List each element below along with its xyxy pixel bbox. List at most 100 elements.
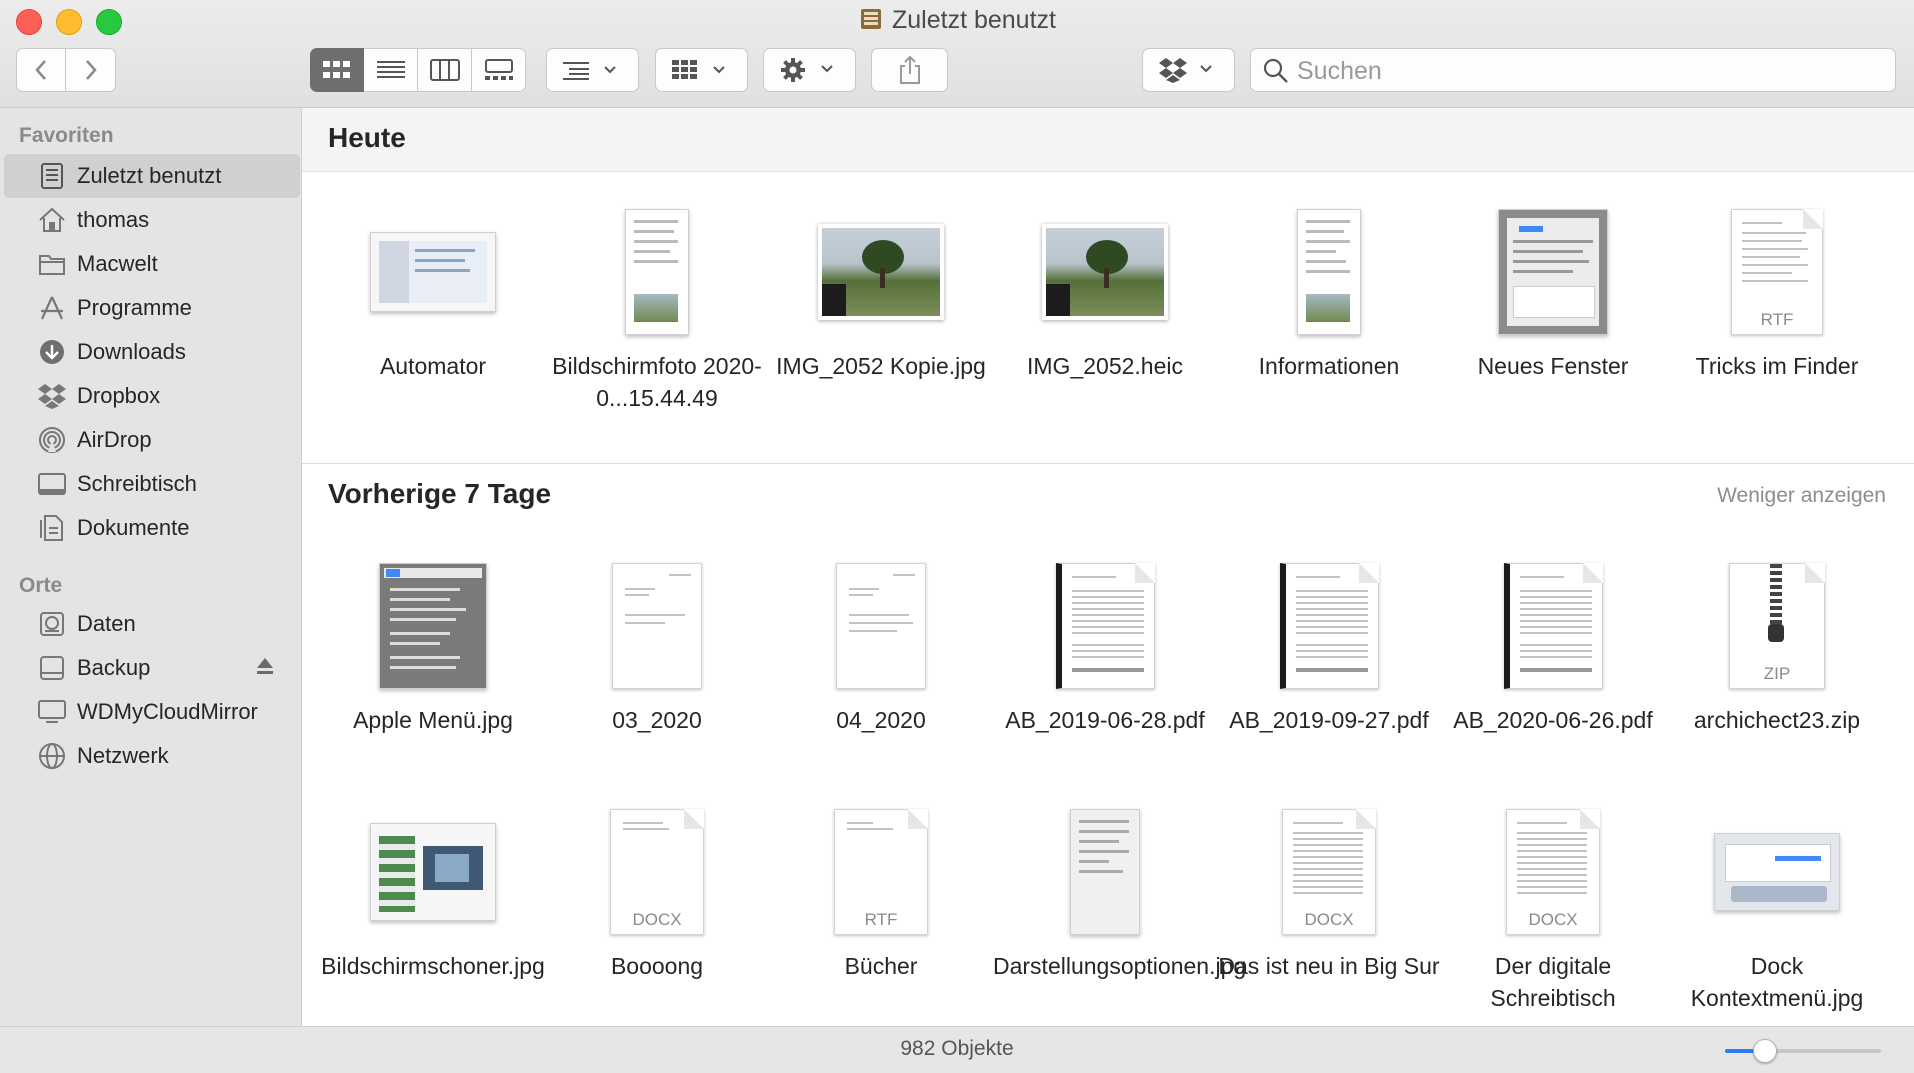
file-thumbnail	[1217, 556, 1441, 696]
section-title: Vorherige 7 Tage	[328, 478, 552, 509]
screenshot-thumbnail	[1297, 209, 1361, 335]
eject-icon[interactable]	[256, 657, 274, 677]
file-thumbnail	[769, 202, 993, 342]
file-item[interactable]: 03_2020	[545, 556, 769, 736]
sidebar-item-downloads[interactable]: Downloads	[4, 330, 300, 374]
share-button[interactable]	[871, 48, 948, 92]
file-item[interactable]: Dock Kontextmenü.jpg	[1665, 802, 1889, 1014]
home-icon	[37, 205, 67, 235]
file-item[interactable]: Darstellungsoptionen.jpg	[993, 802, 1246, 982]
dropbox-icon	[37, 381, 67, 411]
file-item[interactable]: AB_2019-06-28.pdf	[993, 556, 1217, 736]
sidebar-item-backup[interactable]: Backup	[4, 646, 300, 690]
documents-icon	[37, 513, 67, 543]
gallery-view-button[interactable]	[472, 48, 526, 92]
screenshot-thumbnail	[370, 823, 496, 921]
sidebar-item-label: Downloads	[77, 339, 186, 364]
gallery-view-icon	[484, 59, 514, 81]
search-field[interactable]: Suchen	[1250, 48, 1896, 92]
screenshot-thumbnail	[379, 563, 487, 689]
file-item[interactable]: DOCX Der digitale Schreibtisch	[1441, 802, 1665, 1014]
file-item[interactable]: Bildschirmschoner.jpg	[321, 802, 545, 982]
item-count: 982 Objekte	[900, 1037, 1014, 1060]
sidebar-item-daten[interactable]: Daten	[4, 602, 300, 646]
sidebar-item-airdrop[interactable]: AirDrop	[4, 418, 300, 462]
file-item[interactable]: RTF Bücher	[769, 802, 993, 982]
file-item[interactable]: Bildschirmfoto 2020-0...15.44.49	[545, 202, 769, 414]
action-button[interactable]	[763, 48, 856, 92]
sidebar-item-label: Backup	[77, 655, 151, 680]
sidebar-item-label: Dropbox	[77, 383, 161, 408]
file-item[interactable]: AB_2019-09-27.pdf	[1217, 556, 1441, 736]
sidebar-item-schreibtisch[interactable]: Schreibtisch	[4, 462, 300, 506]
file-item[interactable]: Neues Fenster	[1441, 202, 1665, 382]
screenshot-thumbnail	[1714, 833, 1840, 911]
file-thumbnail: RTF	[1665, 202, 1889, 342]
file-name: Apple Menü.jpg	[353, 707, 513, 733]
chevron-right-icon	[83, 58, 99, 82]
file-name: 04_2020	[836, 707, 926, 733]
sidebar-item-dropbox[interactable]: Dropbox	[4, 374, 300, 418]
file-name: Dock Kontextmenü.jpg	[1690, 953, 1864, 1011]
file-browser: Heute Automator Bildschirmfoto 2020-0...…	[302, 108, 1914, 1026]
list-view-button[interactable]	[364, 48, 418, 92]
file-item[interactable]: RTF Tricks im Finder	[1665, 202, 1889, 382]
file-thumbnail	[769, 556, 993, 696]
file-thumbnail: DOCX	[1217, 802, 1441, 942]
group-button[interactable]	[546, 48, 639, 92]
file-thumbnail	[1217, 202, 1441, 342]
file-extension: RTF	[864, 910, 898, 929]
window-title: Zuletzt benutzt	[0, 6, 1914, 35]
file-name: Tricks im Finder	[1695, 353, 1859, 379]
file-name: AB_2019-09-27.pdf	[1229, 707, 1429, 733]
file-item[interactable]: IMG_2052 Kopie.jpg	[769, 202, 993, 382]
icon-size-slider-knob[interactable]	[1753, 1039, 1777, 1063]
arrange-button[interactable]	[655, 48, 748, 92]
file-item[interactable]: ZIP archichect23.zip	[1665, 556, 1889, 736]
file-thumbnail	[545, 556, 769, 696]
network-icon	[37, 741, 67, 771]
sidebar-item-wdmycloudmirror[interactable]: WDMyCloudMirror	[4, 690, 300, 734]
dropbox-button[interactable]	[1142, 48, 1235, 92]
file-extension: DOCX	[1528, 910, 1578, 929]
pdf-thumbnail	[1503, 563, 1603, 689]
file-item[interactable]: DOCX Das ist neu in Big Sur	[1217, 802, 1441, 982]
file-thumbnail	[1441, 202, 1665, 342]
screenshot-thumbnail	[1498, 209, 1608, 335]
applications-icon	[37, 293, 67, 323]
file-thumbnail: ZIP	[1665, 556, 1889, 696]
sidebar-item-netzwerk[interactable]: Netzwerk	[4, 734, 300, 778]
show-less-button[interactable]: Weniger anzeigen	[1717, 484, 1886, 508]
sidebar-item-recents[interactable]: Zuletzt benutzt	[4, 154, 300, 198]
forward-button[interactable]	[65, 48, 116, 92]
gear-icon	[780, 57, 840, 83]
file-item[interactable]: Apple Menü.jpg	[321, 556, 545, 736]
sidebar-item-label: Netzwerk	[77, 743, 169, 768]
document-thumbnail: RTF	[1731, 209, 1823, 335]
file-name: Bildschirmfoto 2020-0...15.44.49	[552, 353, 762, 411]
file-thumbnail	[545, 202, 769, 342]
file-item[interactable]: DOCX Boooong	[545, 802, 769, 982]
back-button[interactable]	[16, 48, 66, 92]
file-item[interactable]: AB_2020-06-26.pdf	[1441, 556, 1665, 736]
file-name: 03_2020	[612, 707, 702, 733]
file-item[interactable]: IMG_2052.heic	[993, 202, 1217, 382]
display-icon	[37, 697, 67, 727]
column-view-button[interactable]	[418, 48, 472, 92]
photo-thumbnail	[1042, 224, 1168, 320]
file-thumbnail	[321, 202, 545, 342]
file-extension: RTF	[1760, 310, 1794, 329]
icon-size-slider[interactable]	[1725, 1049, 1881, 1053]
sidebar-item-label: Macwelt	[77, 251, 158, 276]
sidebar-item-programme[interactable]: Programme	[4, 286, 300, 330]
file-thumbnail: DOCX	[1441, 802, 1665, 942]
icon-view-button[interactable]	[310, 48, 364, 92]
sidebar-item-dokumente[interactable]: Dokumente	[4, 506, 300, 550]
file-item[interactable]: 04_2020	[769, 556, 993, 736]
sidebar-item-thomas[interactable]: thomas	[4, 198, 300, 242]
recents-icon	[37, 161, 67, 191]
file-item[interactable]: Informationen	[1217, 202, 1441, 382]
file-item[interactable]: Automator	[321, 202, 545, 382]
dropbox-icon	[1158, 57, 1219, 83]
sidebar-item-macwelt[interactable]: Macwelt	[4, 242, 300, 286]
